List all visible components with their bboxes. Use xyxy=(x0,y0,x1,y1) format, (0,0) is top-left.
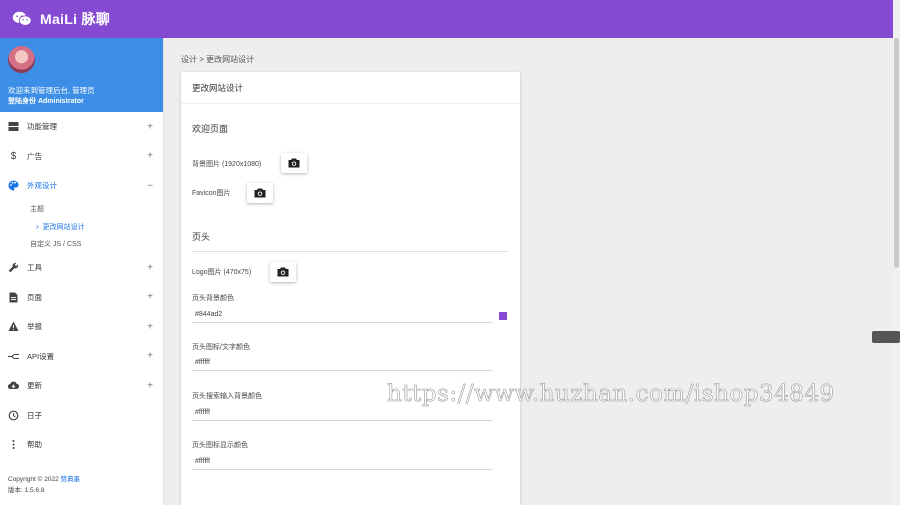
sidebar-item-label: 工具 xyxy=(27,263,42,273)
sidebar-item-features[interactable]: 功能管理 + xyxy=(0,112,163,142)
sidebar-item-tools[interactable]: 工具 + xyxy=(0,253,163,283)
chevron-right-icon: › xyxy=(36,222,39,232)
sidebar-item-reports[interactable]: 举报 + xyxy=(0,312,163,342)
sidebar-item-appearance[interactable]: 外观设计 − xyxy=(0,171,163,201)
watermark: https://www.huzhan.com/ishop34849 xyxy=(387,381,835,408)
sidebar-item-label: 帮助 xyxy=(27,440,42,450)
sidebar-footer: Copyright © 2022 赞典墨 版本: 1.5.6.8 xyxy=(8,474,80,496)
header-bg-color-field[interactable]: #844ad2 xyxy=(192,307,492,323)
sidebar-item-updates[interactable]: 更新 + xyxy=(0,371,163,401)
sidebar-item-label: API设置 xyxy=(27,351,55,361)
upload-favicon-button[interactable] xyxy=(247,183,273,203)
expand-icon: + xyxy=(147,150,153,162)
logo-image-label: Logo图片 (470x75) xyxy=(192,269,252,276)
section-title-welcome: 欢迎页面 xyxy=(192,124,229,134)
history-icon xyxy=(8,410,19,421)
sidebar-item-label: 日子 xyxy=(27,410,42,420)
expand-icon: + xyxy=(147,121,153,133)
submenu-label: 更改网站设计 xyxy=(42,223,85,231)
version-text: 版本: 1.5.6.8 xyxy=(8,487,45,494)
vertical-scrollbar[interactable] xyxy=(893,0,900,505)
header-icon-display-color-field[interactable]: #ffffff xyxy=(192,454,492,470)
sidebar-item-label: 更新 xyxy=(27,381,42,391)
upload-logo-button[interactable] xyxy=(270,262,296,282)
section-title-header: 页头 xyxy=(192,232,211,242)
expand-icon: + xyxy=(147,321,153,333)
profile-panel: 欢迎来到管理后台, 管理员 登陆身份 Administrator xyxy=(0,38,163,112)
collapse-icon: − xyxy=(147,180,153,192)
section-divider xyxy=(192,251,509,252)
floating-side-tab[interactable] xyxy=(872,331,900,343)
header-search-bg-color-label: 页头搜索输入背景颜色 xyxy=(192,393,262,400)
sidebar-item-api-settings[interactable]: API设置 + xyxy=(0,342,163,372)
wrench-icon xyxy=(8,262,19,273)
settings-card: 更改网站设计 欢迎页面 背景图片 (1920x1080) Favicon图片 页… xyxy=(181,72,520,505)
expand-icon: + xyxy=(147,262,153,274)
sidebar-item-label: 页面 xyxy=(27,292,42,302)
header-icon-text-color-field[interactable]: #ffffff xyxy=(192,355,492,371)
header-icon-text-color-label: 页头图标/文字颜色 xyxy=(192,344,250,351)
sidebar-item-label: 举报 xyxy=(27,322,42,332)
document-icon xyxy=(8,292,19,303)
warning-icon xyxy=(8,321,19,332)
sidebar: 欢迎来到管理后台, 管理员 登陆身份 Administrator 功能管理 + … xyxy=(0,38,164,505)
more-vertical-icon xyxy=(8,439,19,450)
camera-icon xyxy=(277,267,289,277)
upload-background-button[interactable] xyxy=(281,153,307,173)
wechat-logo-icon xyxy=(12,11,32,26)
dollar-icon: $ xyxy=(10,150,17,162)
copyright-line: Copyright © 2022 赞典墨 xyxy=(8,474,80,485)
submenu-theme[interactable]: 主题 xyxy=(0,201,163,219)
sidebar-item-ads[interactable]: $ 广告 + xyxy=(0,142,163,172)
cloud-download-icon xyxy=(8,380,19,391)
expand-icon: + xyxy=(147,350,153,362)
color-swatch[interactable] xyxy=(499,312,507,320)
favicon-label: Favicon图片 xyxy=(192,190,231,197)
sidebar-item-label: 外观设计 xyxy=(27,181,57,191)
welcome-text: 欢迎来到管理后台, 管理员 xyxy=(8,86,95,95)
expand-icon: + xyxy=(147,291,153,303)
submenu-edit-site-design[interactable]: › 更改网站设计 xyxy=(0,218,163,236)
card-title: 更改网站设计 xyxy=(181,72,520,104)
role-text: 登陆身份 Administrator xyxy=(8,98,84,105)
header-bg-color-label: 页头背景颜色 xyxy=(192,295,234,302)
submenu-custom-js-css[interactable]: 自定义 JS / CSS xyxy=(0,236,163,254)
palette-icon xyxy=(8,180,19,191)
camera-icon xyxy=(254,188,266,198)
scrollbar-thumb[interactable] xyxy=(894,38,899,268)
sidebar-item-label: 功能管理 xyxy=(27,122,57,132)
copyright-text: Copyright © 2022 xyxy=(8,476,59,483)
background-image-label: 背景图片 (1920x1080) xyxy=(192,161,262,168)
sidebar-item-label: 广告 xyxy=(27,151,42,161)
sidebar-item-pages[interactable]: 页面 + xyxy=(0,283,163,313)
camera-icon xyxy=(288,158,300,168)
expand-icon: + xyxy=(147,380,153,392)
sidebar-item-logs[interactable]: 日子 xyxy=(0,401,163,431)
top-app-bar: MaiLi 脉聊 xyxy=(0,0,893,38)
header-search-bg-color-field[interactable]: #ffffff xyxy=(192,405,492,421)
app-title: MaiLi 脉聊 xyxy=(40,11,111,27)
storage-icon xyxy=(8,121,19,132)
breadcrumb: 设计 > 更改网站设计 xyxy=(181,55,255,64)
sidebar-item-help[interactable]: 帮助 xyxy=(0,430,163,460)
company-link[interactable]: 赞典墨 xyxy=(61,476,81,483)
avatar[interactable] xyxy=(8,46,35,73)
api-icon xyxy=(8,351,19,362)
header-icon-display-color-label: 页头图标显示颜色 xyxy=(192,442,248,449)
